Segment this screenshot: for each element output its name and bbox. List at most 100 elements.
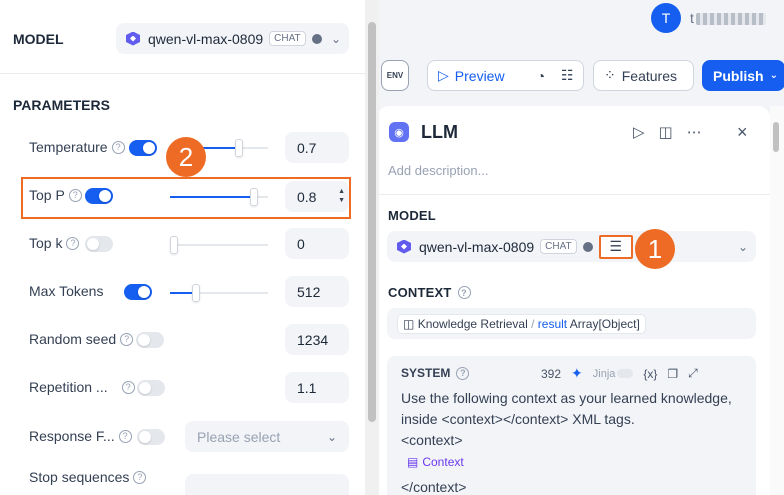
- max-tokens-slider[interactable]: [170, 284, 268, 302]
- more-icon[interactable]: ⋯: [687, 123, 702, 141]
- preview-label: Preview: [454, 67, 505, 84]
- response-format-toggle[interactable]: [137, 429, 165, 445]
- preview-group: ▷ Preview ◔ ☷: [427, 60, 584, 91]
- temperature-input[interactable]: 0.7: [285, 132, 349, 163]
- run-icon[interactable]: ▷: [633, 123, 645, 141]
- clipboard-icon[interactable]: ❐: [667, 367, 678, 381]
- temperature-slider-thumb[interactable]: [234, 139, 243, 157]
- checklist-icon: ☷: [561, 67, 574, 83]
- system-tools: 392 ✦ Jinja {x} ❐ ⤢: [541, 365, 698, 382]
- panel-scrollbar[interactable]: [770, 106, 784, 495]
- features-button[interactable]: ⁘ Features: [593, 60, 694, 91]
- context-label: CONTEXT: [388, 285, 452, 300]
- node-title[interactable]: LLM: [421, 122, 458, 143]
- params-model-selector[interactable]: qwen-vl-max-0809 CHAT ⌄: [116, 23, 349, 54]
- chat-badge: CHAT: [269, 31, 306, 46]
- close-icon[interactable]: ×: [737, 122, 748, 143]
- help-icon[interactable]: ?: [121, 380, 135, 394]
- top-k-label: Top k?: [29, 235, 80, 251]
- repetition-penalty-input[interactable]: 1.1: [285, 372, 349, 403]
- variable-icon[interactable]: {x}: [643, 367, 657, 381]
- vision-icon: [582, 241, 593, 252]
- expand-icon[interactable]: ⤢: [688, 366, 698, 381]
- env-button[interactable]: ENV: [381, 60, 409, 91]
- max-tokens-label: Max Tokens: [29, 283, 103, 299]
- context-variable-tag[interactable]: ◫ Knowledge Retrieval / result Array[Obj…: [397, 313, 646, 334]
- repetition-penalty-toggle[interactable]: [137, 380, 165, 396]
- history-button[interactable]: ◔: [527, 61, 555, 90]
- response-format-select[interactable]: Please select ⌄: [185, 421, 349, 452]
- jinja-toggle[interactable]: Jinja: [593, 368, 634, 380]
- qwen-model-icon: [395, 238, 413, 256]
- stop-sequences-label-text: Stop sequences: [29, 469, 130, 485]
- temperature-toggle[interactable]: [129, 140, 157, 156]
- max-tokens-input[interactable]: 512: [285, 276, 349, 307]
- max-tokens-toggle[interactable]: [124, 284, 152, 300]
- params-scrollbar-thumb[interactable]: [368, 22, 376, 422]
- play-icon: ▷: [438, 67, 449, 83]
- llm-node-icon: ◉: [389, 122, 409, 142]
- user-name: t: [690, 10, 766, 26]
- token-count: 392: [541, 366, 562, 381]
- top-k-toggle[interactable]: [85, 236, 113, 252]
- temperature-label: Temperature?: [29, 139, 125, 155]
- help-icon[interactable]: ?: [111, 140, 125, 154]
- knowledge-icon: ◫: [403, 316, 415, 331]
- context-source: Knowledge Retrieval: [417, 316, 528, 331]
- system-text-line2: <context>: [401, 432, 463, 448]
- qwen-model-icon: [124, 30, 142, 48]
- checklist-button[interactable]: ☷: [561, 61, 584, 90]
- env-label: ENV: [386, 71, 404, 80]
- system-prompt-text[interactable]: Use the following context as your learne…: [401, 388, 751, 451]
- node-actions: ▷ ◫ ⋯: [633, 123, 702, 141]
- history-icon: ◔: [536, 67, 546, 84]
- chevron-down-icon: ⌄: [769, 70, 778, 81]
- help-icon[interactable]: ?: [66, 236, 80, 250]
- random-seed-toggle[interactable]: [136, 332, 164, 348]
- max-tokens-slider-thumb[interactable]: [191, 284, 200, 302]
- system-label-text: SYSTEM: [401, 366, 451, 380]
- help-icon[interactable]: ?: [456, 366, 470, 380]
- publish-label: Publish: [713, 67, 764, 84]
- random-seed-input[interactable]: 1234: [285, 324, 349, 355]
- model-name: qwen-vl-max-0809: [419, 238, 535, 255]
- max-tokens-label-text: Max Tokens: [29, 283, 104, 299]
- top-k-label-text: Top k: [29, 235, 63, 251]
- vision-icon: [311, 33, 322, 44]
- context-variable-chip[interactable]: ▤ Context: [407, 455, 464, 469]
- context-sep: /: [531, 316, 535, 331]
- system-text-line3: </context>: [401, 479, 467, 495]
- panel-scrollbar-thumb[interactable]: [773, 122, 779, 152]
- top-k-input[interactable]: 0: [285, 228, 349, 259]
- stop-sequences-input[interactable]: [185, 474, 349, 495]
- random-seed-label: Random seed?: [29, 331, 134, 347]
- help-icon[interactable]: ?: [120, 332, 134, 346]
- help-icon[interactable]: ?: [118, 429, 132, 443]
- system-prompt-editor[interactable]: SYSTEM ? 392 ✦ Jinja {x} ❐ ⤢ Use the fol…: [387, 356, 756, 495]
- params-model-label: MODEL: [13, 31, 64, 47]
- system-label: SYSTEM ?: [401, 366, 470, 380]
- user-avatar[interactable]: T: [651, 3, 681, 33]
- help-icon[interactable]: ?: [457, 286, 471, 299]
- model-section-label: MODEL: [388, 208, 436, 223]
- help-icon[interactable]: ?: [133, 470, 147, 484]
- sparkle-icon[interactable]: ✦: [571, 365, 583, 382]
- document-icon: ▤: [407, 455, 419, 469]
- params-model-name: qwen-vl-max-0809: [148, 30, 264, 47]
- repetition-penalty-label: Repetition ...?: [29, 379, 135, 395]
- chevron-down-icon: ⌄: [737, 239, 748, 254]
- top-k-slider[interactable]: [170, 236, 268, 254]
- parameters-heading: PARAMETERS: [13, 97, 110, 113]
- top-k-slider-thumb[interactable]: [170, 236, 178, 254]
- model-selector[interactable]: qwen-vl-max-0809 CHAT ☰ ⌄: [387, 231, 756, 262]
- preview-button[interactable]: ▷ Preview: [428, 61, 515, 90]
- context-input[interactable]: ◫ Knowledge Retrieval / result Array[Obj…: [387, 308, 756, 339]
- publish-button[interactable]: Publish ⌄: [702, 60, 784, 91]
- features-label: Features: [621, 67, 677, 84]
- split-view-icon[interactable]: ◫: [659, 123, 673, 141]
- response-format-label: Response F...?: [29, 428, 132, 444]
- model-params-settings-icon[interactable]: ☰: [598, 234, 633, 259]
- description-input[interactable]: Add description...: [388, 163, 488, 178]
- jinja-switch[interactable]: [617, 369, 634, 378]
- temperature-label-text: Temperature: [29, 139, 108, 155]
